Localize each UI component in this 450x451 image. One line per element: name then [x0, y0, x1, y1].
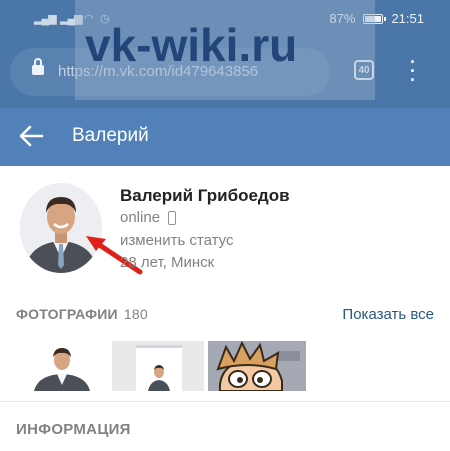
- watermark: vk-wiki.ru: [75, 0, 375, 100]
- profile-name: Валерий Грибоедов: [120, 186, 290, 205]
- page-title: Валерий: [72, 125, 149, 146]
- app-header: Валерий: [0, 108, 450, 166]
- photos-header: ФОТОГРАФИИ 180: [16, 306, 148, 322]
- photos-title: ФОТОГРАФИИ: [16, 306, 118, 322]
- photos-count: 180: [123, 306, 148, 322]
- lock-icon: [32, 58, 44, 75]
- photo-thumbnail[interactable]: [112, 341, 204, 391]
- back-arrow-icon[interactable]: [18, 122, 44, 150]
- clock: 21:51: [391, 11, 424, 26]
- online-status: online: [120, 209, 177, 226]
- info-section-title: ИНФОРМАЦИЯ: [16, 421, 131, 438]
- show-all-link[interactable]: Показать все: [342, 306, 434, 323]
- section-divider: [0, 401, 450, 402]
- online-label: online: [120, 209, 161, 226]
- change-status-link[interactable]: изменить статус: [120, 232, 234, 249]
- more-menu-icon[interactable]: · · ·: [408, 53, 418, 89]
- signal-icon: ▂▄▆: [34, 13, 57, 25]
- watermark-text: vk-wiki.ru: [85, 19, 298, 71]
- mobile-phone-icon: [168, 210, 177, 225]
- photo-thumbnail[interactable]: [208, 341, 306, 391]
- photo-thumbnail[interactable]: [16, 341, 108, 391]
- age-city: 28 лет, Минск: [120, 254, 215, 271]
